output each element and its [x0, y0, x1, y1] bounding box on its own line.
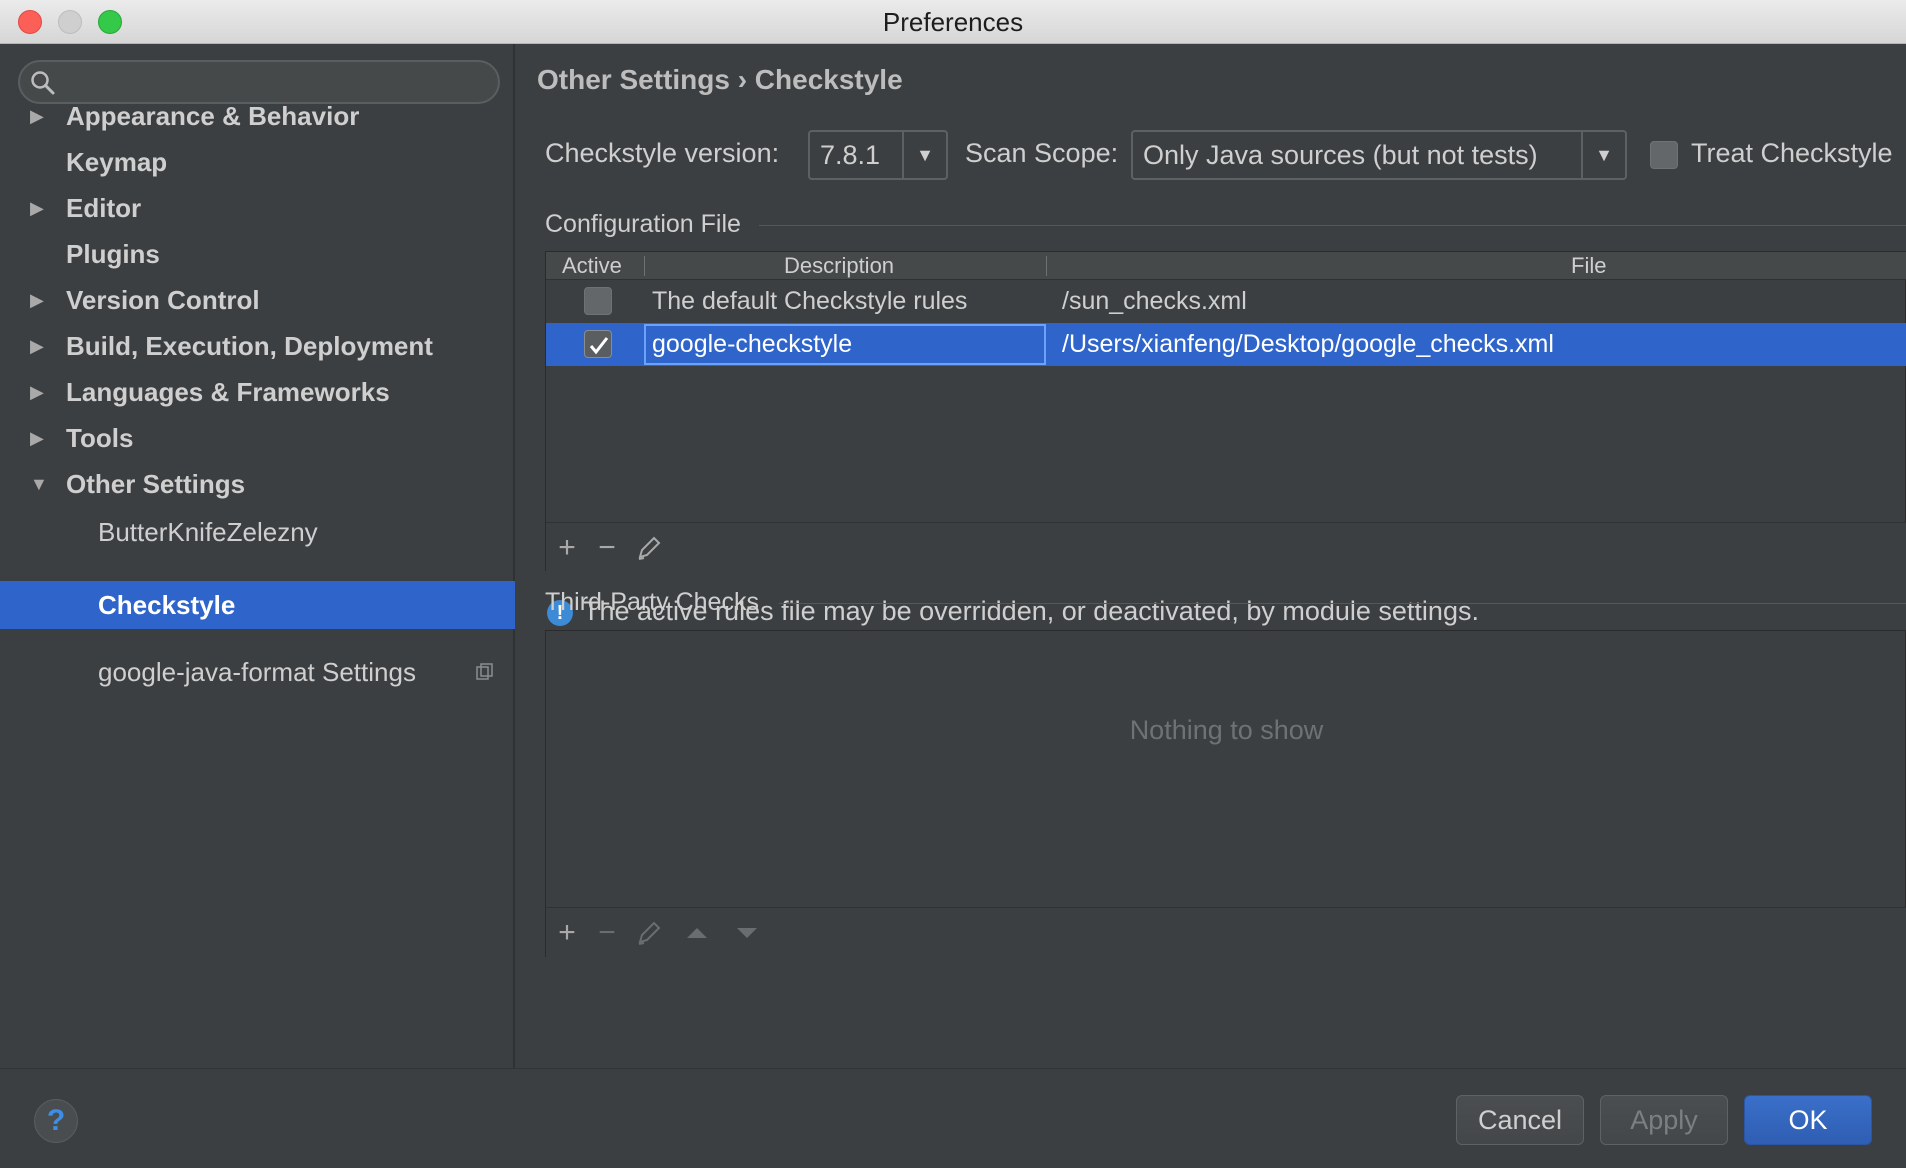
- move-down-icon[interactable]: [730, 916, 764, 950]
- add-icon[interactable]: +: [550, 916, 584, 950]
- expand-arrow-icon[interactable]: ▶: [30, 323, 50, 369]
- collapse-arrow-icon[interactable]: ▼: [30, 461, 50, 507]
- active-checkbox-checked[interactable]: [584, 330, 612, 358]
- checkstyle-version-label: Checkstyle version:: [545, 138, 780, 168]
- page-title: Other Settings › Checkstyle: [537, 64, 903, 95]
- sidebar-item-other-settings[interactable]: ▼ Other Settings: [0, 461, 515, 507]
- divider: [759, 225, 1906, 226]
- third-party-checks-list: Nothing to show + −: [545, 630, 1906, 957]
- sidebar-item-butterknifezelezny[interactable]: ButterKnifeZelezny: [0, 509, 515, 555]
- third-party-checks-heading: Third-Party Checks: [545, 588, 759, 616]
- treat-checkstyle-checkbox[interactable]: [1650, 141, 1678, 169]
- scan-scope-select[interactable]: Only Java sources (but not tests) ▼: [1131, 130, 1627, 180]
- file-cell: /sun_checks.xml: [1062, 287, 1247, 315]
- column-header-description[interactable]: Description: [784, 252, 894, 280]
- table-header: Active Description File: [546, 252, 1906, 280]
- cancel-button[interactable]: Cancel: [1456, 1095, 1584, 1145]
- scan-scope-label: Scan Scope:: [965, 138, 1119, 168]
- expand-arrow-icon[interactable]: ▶: [30, 277, 50, 323]
- sidebar-item-plugins[interactable]: Plugins: [0, 231, 515, 277]
- chevron-down-icon: ▼: [902, 132, 946, 178]
- column-header-file[interactable]: File: [1571, 252, 1606, 280]
- add-icon[interactable]: +: [550, 531, 584, 565]
- checkstyle-version-select[interactable]: 7.8.1 ▼: [808, 130, 948, 180]
- empty-state-text: Nothing to show: [1129, 715, 1324, 745]
- move-up-icon[interactable]: [680, 916, 714, 950]
- remove-icon[interactable]: −: [590, 531, 624, 565]
- sidebar-item-keymap[interactable]: Keymap: [0, 139, 515, 185]
- expand-arrow-icon[interactable]: ▶: [30, 415, 50, 461]
- configuration-file-heading: Configuration File: [545, 210, 741, 238]
- checkstyle-settings-panel: Other Settings › Checkstyle Checkstyle v…: [517, 44, 1906, 1068]
- configuration-toolbar: + −: [546, 522, 1906, 572]
- expand-arrow-icon[interactable]: ▶: [30, 93, 50, 139]
- table-row[interactable]: The default Checkstyle rules /sun_checks…: [546, 280, 1906, 323]
- description-cell: google-checkstyle: [652, 330, 853, 358]
- sidebar-item-tools[interactable]: ▶ Tools: [0, 415, 515, 461]
- dialog-button-bar: ? Cancel Apply OK: [0, 1068, 1906, 1168]
- description-cell: The default Checkstyle rules: [652, 287, 968, 315]
- sidebar-item-languages-frameworks[interactable]: ▶ Languages & Frameworks: [0, 369, 515, 415]
- sidebar-item-editor[interactable]: ▶ Editor: [0, 185, 515, 231]
- file-cell: /Users/xianfeng/Desktop/google_checks.xm…: [1062, 330, 1554, 358]
- third-party-toolbar: + −: [546, 907, 1906, 957]
- configuration-file-table: Active Description File The default Chec…: [545, 251, 1906, 572]
- expand-arrow-icon[interactable]: ▶: [30, 185, 50, 231]
- sidebar-item-checkstyle[interactable]: Checkstyle: [0, 581, 515, 629]
- apply-button[interactable]: Apply: [1600, 1095, 1728, 1145]
- expand-arrow-icon[interactable]: ▶: [30, 369, 50, 415]
- sidebar-item-version-control[interactable]: ▶ Version Control: [0, 277, 515, 323]
- title-bar: Preferences: [0, 0, 1906, 44]
- sidebar-item-google-java-format-settings[interactable]: google-java-format Settings: [0, 649, 515, 695]
- edit-icon[interactable]: [632, 916, 666, 950]
- edit-icon[interactable]: [632, 531, 666, 565]
- divider: [779, 603, 1906, 604]
- checkmark-icon: [589, 337, 609, 355]
- sidebar-item-appearance-behavior[interactable]: ▶ Appearance & Behavior: [0, 93, 515, 139]
- preferences-window: Preferences ▶ Appearance & Behavior Keym…: [0, 0, 1906, 1168]
- project-settings-icon: [476, 663, 493, 680]
- active-checkbox[interactable]: [584, 287, 612, 315]
- settings-sidebar: ▶ Appearance & Behavior Keymap ▶ Editor …: [0, 44, 515, 1068]
- sidebar-item-build-execution-deployment[interactable]: ▶ Build, Execution, Deployment: [0, 323, 515, 369]
- window-title: Preferences: [882, 7, 1024, 37]
- chevron-down-icon: ▼: [1581, 132, 1625, 178]
- treat-checkstyle-label: Treat Checkstyle: [1691, 138, 1893, 168]
- column-header-active[interactable]: Active: [562, 252, 622, 280]
- remove-icon[interactable]: −: [590, 916, 624, 950]
- table-row-selected[interactable]: google-checkstyle /Users/xianfeng/Deskto…: [546, 323, 1906, 366]
- help-button[interactable]: ?: [34, 1099, 78, 1143]
- ok-button[interactable]: OK: [1744, 1095, 1872, 1145]
